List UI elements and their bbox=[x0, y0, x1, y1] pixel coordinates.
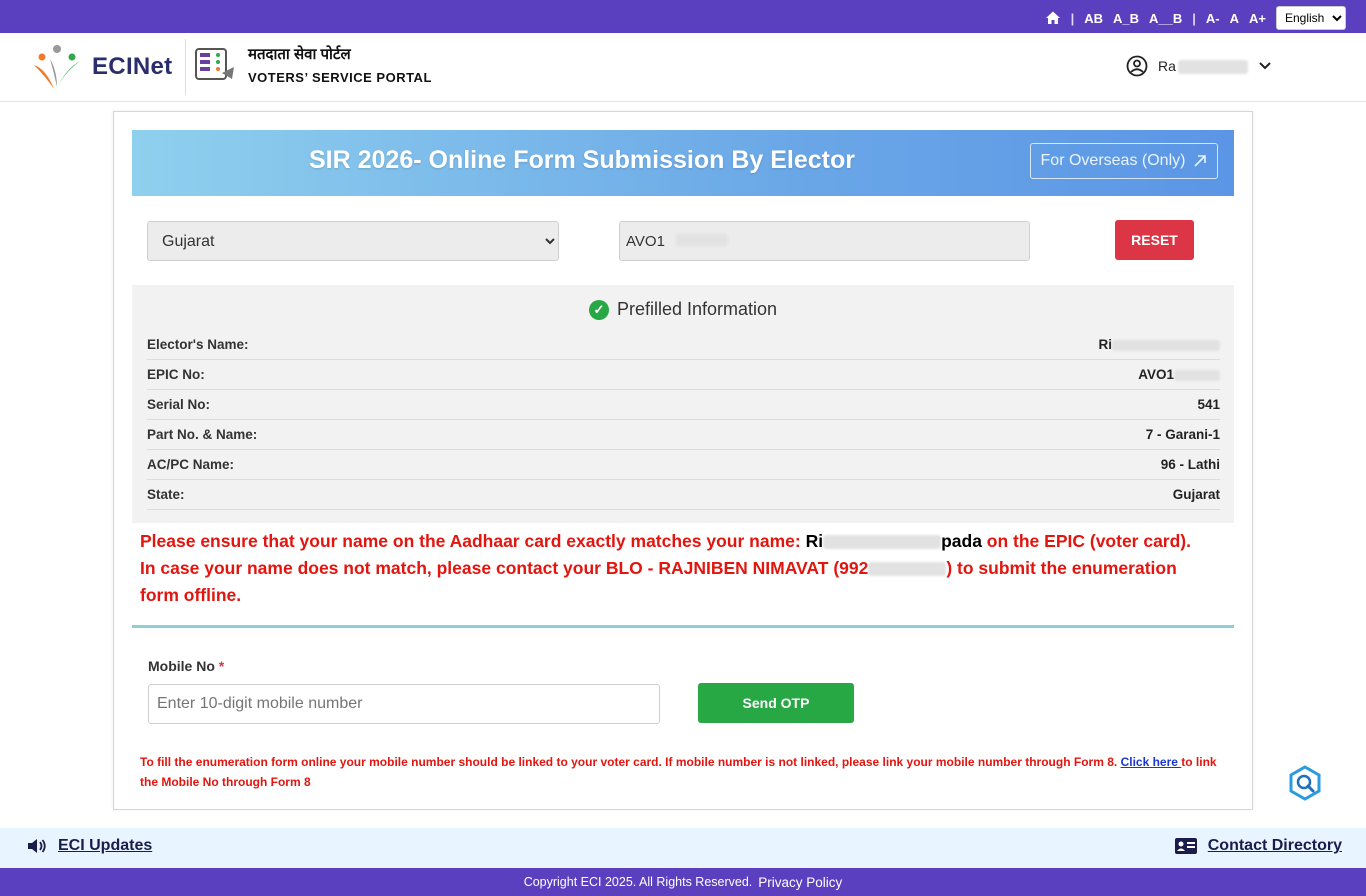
contact-card-icon bbox=[1174, 838, 1197, 854]
eci-updates-label: ECI Updates bbox=[58, 837, 153, 854]
mobile-number-input[interactable] bbox=[148, 684, 660, 724]
row-value: 541 bbox=[1197, 397, 1220, 412]
prefilled-rows: Elector's Name: Ri EPIC No: AVO1 Serial … bbox=[147, 330, 1220, 510]
required-mark: * bbox=[218, 658, 225, 674]
portal-title-hindi: मतदाता सेवा पोर्टल bbox=[248, 45, 351, 63]
row-value: 96 - Lathi bbox=[1160, 457, 1220, 472]
evm-ballot-icon bbox=[195, 48, 234, 80]
chevron-down-icon bbox=[1259, 62, 1271, 70]
overseas-button[interactable]: For Overseas (Only) bbox=[1030, 143, 1218, 179]
eci-updates-link[interactable]: ECI Updates bbox=[26, 837, 152, 855]
portal-title-english: VOTERS’ SERVICE PORTAL bbox=[248, 69, 432, 85]
row-value-text: Ri bbox=[1098, 337, 1113, 352]
section-divider bbox=[132, 625, 1234, 628]
search-assistant-icon[interactable] bbox=[1287, 765, 1323, 801]
prefill-row-ac-pc-name: AC/PC Name: 96 - Lathi bbox=[147, 450, 1220, 480]
prefill-row-state: State: Gujarat bbox=[147, 480, 1220, 510]
footer-links-bar: ECI Updates Contact Directory bbox=[0, 828, 1366, 868]
site-header: ECINet मतदाता सेवा पोर्टल VOTERS’ SERVIC… bbox=[0, 33, 1366, 102]
redacted-value bbox=[1112, 339, 1220, 351]
home-icon[interactable] bbox=[1045, 10, 1061, 26]
text-spacing-normal[interactable]: AB bbox=[1084, 11, 1103, 26]
mobile-label-text: Mobile No bbox=[148, 658, 215, 674]
separator: | bbox=[1192, 10, 1196, 26]
warning-line1-text: Please ensure that your name on the Aadh… bbox=[140, 531, 806, 551]
font-decrease[interactable]: A- bbox=[1206, 11, 1220, 26]
prefilled-information: ✓ Prefilled Information Elector's Name: … bbox=[132, 285, 1234, 523]
copyright-text: Copyright ECI 2025. All Rights Reserved. bbox=[523, 875, 753, 889]
row-label: EPIC No: bbox=[147, 367, 205, 382]
row-value: Ri bbox=[1098, 337, 1220, 352]
row-label: AC/PC Name: bbox=[147, 457, 235, 472]
brand-name: ECINet bbox=[92, 53, 173, 80]
portal-titles: मतदाता सेवा पोर्टल VOTERS’ SERVICE PORTA… bbox=[248, 44, 432, 85]
row-value: Gujarat bbox=[1172, 487, 1220, 502]
row-value: AVO1 bbox=[1138, 367, 1220, 382]
text-spacing-medium[interactable]: A_B bbox=[1113, 11, 1139, 26]
separator: | bbox=[1070, 10, 1075, 26]
ecinet-emblem-icon bbox=[34, 45, 80, 89]
send-otp-button[interactable]: Send OTP bbox=[698, 683, 854, 723]
ecinet-logo[interactable]: ECINet bbox=[30, 41, 172, 93]
redacted-phone bbox=[868, 562, 947, 577]
contact-directory-label: Contact Directory bbox=[1207, 837, 1342, 854]
form-banner: SIR 2026- Online Form Submission By Elec… bbox=[132, 130, 1234, 196]
mobile-link-note: To fill the enumeration form online your… bbox=[140, 752, 1230, 792]
redacted-epic bbox=[676, 234, 728, 246]
prefill-row-part-no-name: Part No. & Name: 7 - Garani-1 bbox=[147, 420, 1220, 450]
warning-line1-end: on the EPIC (voter card). bbox=[981, 531, 1191, 551]
prefill-row-elector-name: Elector's Name: Ri bbox=[147, 330, 1220, 360]
row-label: Elector's Name: bbox=[147, 337, 249, 352]
warning-elector-name: Ri pada bbox=[806, 531, 982, 551]
row-label: Serial No: bbox=[147, 397, 211, 412]
warning-name-end: pada bbox=[941, 531, 982, 551]
reset-button[interactable]: RESET bbox=[1115, 220, 1194, 260]
copyright-bar: Copyright ECI 2025. All Rights Reserved.… bbox=[0, 868, 1366, 896]
note-text: To fill the enumeration form online your… bbox=[140, 755, 1121, 769]
warning-name-start: Ri bbox=[805, 531, 824, 551]
language-select[interactable]: English bbox=[1276, 6, 1346, 30]
form-card: SIR 2026- Online Form Submission By Elec… bbox=[113, 111, 1253, 810]
row-value: 7 - Garani-1 bbox=[1145, 427, 1220, 442]
click-here-link[interactable]: Click here bbox=[1121, 755, 1182, 769]
redacted-value bbox=[1174, 369, 1220, 381]
prefill-row-serial-no: Serial No: 541 bbox=[147, 390, 1220, 420]
text-spacing-large[interactable]: A__B bbox=[1149, 11, 1182, 26]
font-increase[interactable]: A+ bbox=[1249, 11, 1266, 26]
mobile-label: Mobile No * bbox=[148, 658, 224, 674]
voters-service-portal-logo[interactable]: मतदाता सेवा पोर्टल VOTERS’ SERVICE PORTA… bbox=[192, 43, 432, 85]
warning-line2-text: In case your name does not match, please… bbox=[140, 558, 869, 578]
redacted-name bbox=[823, 535, 942, 550]
top-utility-bar: | AB A_B A__B | A- A A+ English bbox=[0, 0, 1366, 33]
user-menu[interactable]: Ra bbox=[1126, 55, 1272, 77]
font-normal[interactable]: A bbox=[1230, 11, 1239, 26]
contact-directory-link[interactable]: Contact Directory bbox=[1174, 837, 1342, 855]
redacted-user-name bbox=[1177, 60, 1248, 75]
prefill-row-epic-no: EPIC No: AVO1 bbox=[147, 360, 1220, 390]
utility-items: | AB A_B A__B | A- A A+ English bbox=[1045, 6, 1346, 30]
user-name: Ra bbox=[1158, 57, 1248, 75]
external-arrow-icon bbox=[1194, 155, 1207, 167]
user-account-icon bbox=[1126, 55, 1148, 77]
header-divider bbox=[185, 39, 186, 95]
user-name-prefix: Ra bbox=[1158, 57, 1176, 74]
privacy-policy-link[interactable]: Privacy Policy bbox=[758, 875, 842, 890]
speaker-icon bbox=[28, 839, 46, 853]
name-match-warning: Please ensure that your name on the Aadh… bbox=[140, 528, 1220, 609]
prefilled-title-text: Prefilled Information bbox=[616, 299, 778, 319]
row-value-text: AVO1 bbox=[1138, 367, 1174, 382]
banner-title: SIR 2026- Online Form Submission By Elec… bbox=[309, 146, 855, 174]
row-label: Part No. & Name: bbox=[147, 427, 258, 442]
check-circle-icon: ✓ bbox=[588, 299, 609, 320]
overseas-label: For Overseas (Only) bbox=[1040, 152, 1186, 169]
prefilled-title: ✓ Prefilled Information bbox=[132, 299, 1234, 320]
row-label: State: bbox=[147, 487, 185, 502]
state-select[interactable]: Gujarat bbox=[147, 221, 559, 261]
